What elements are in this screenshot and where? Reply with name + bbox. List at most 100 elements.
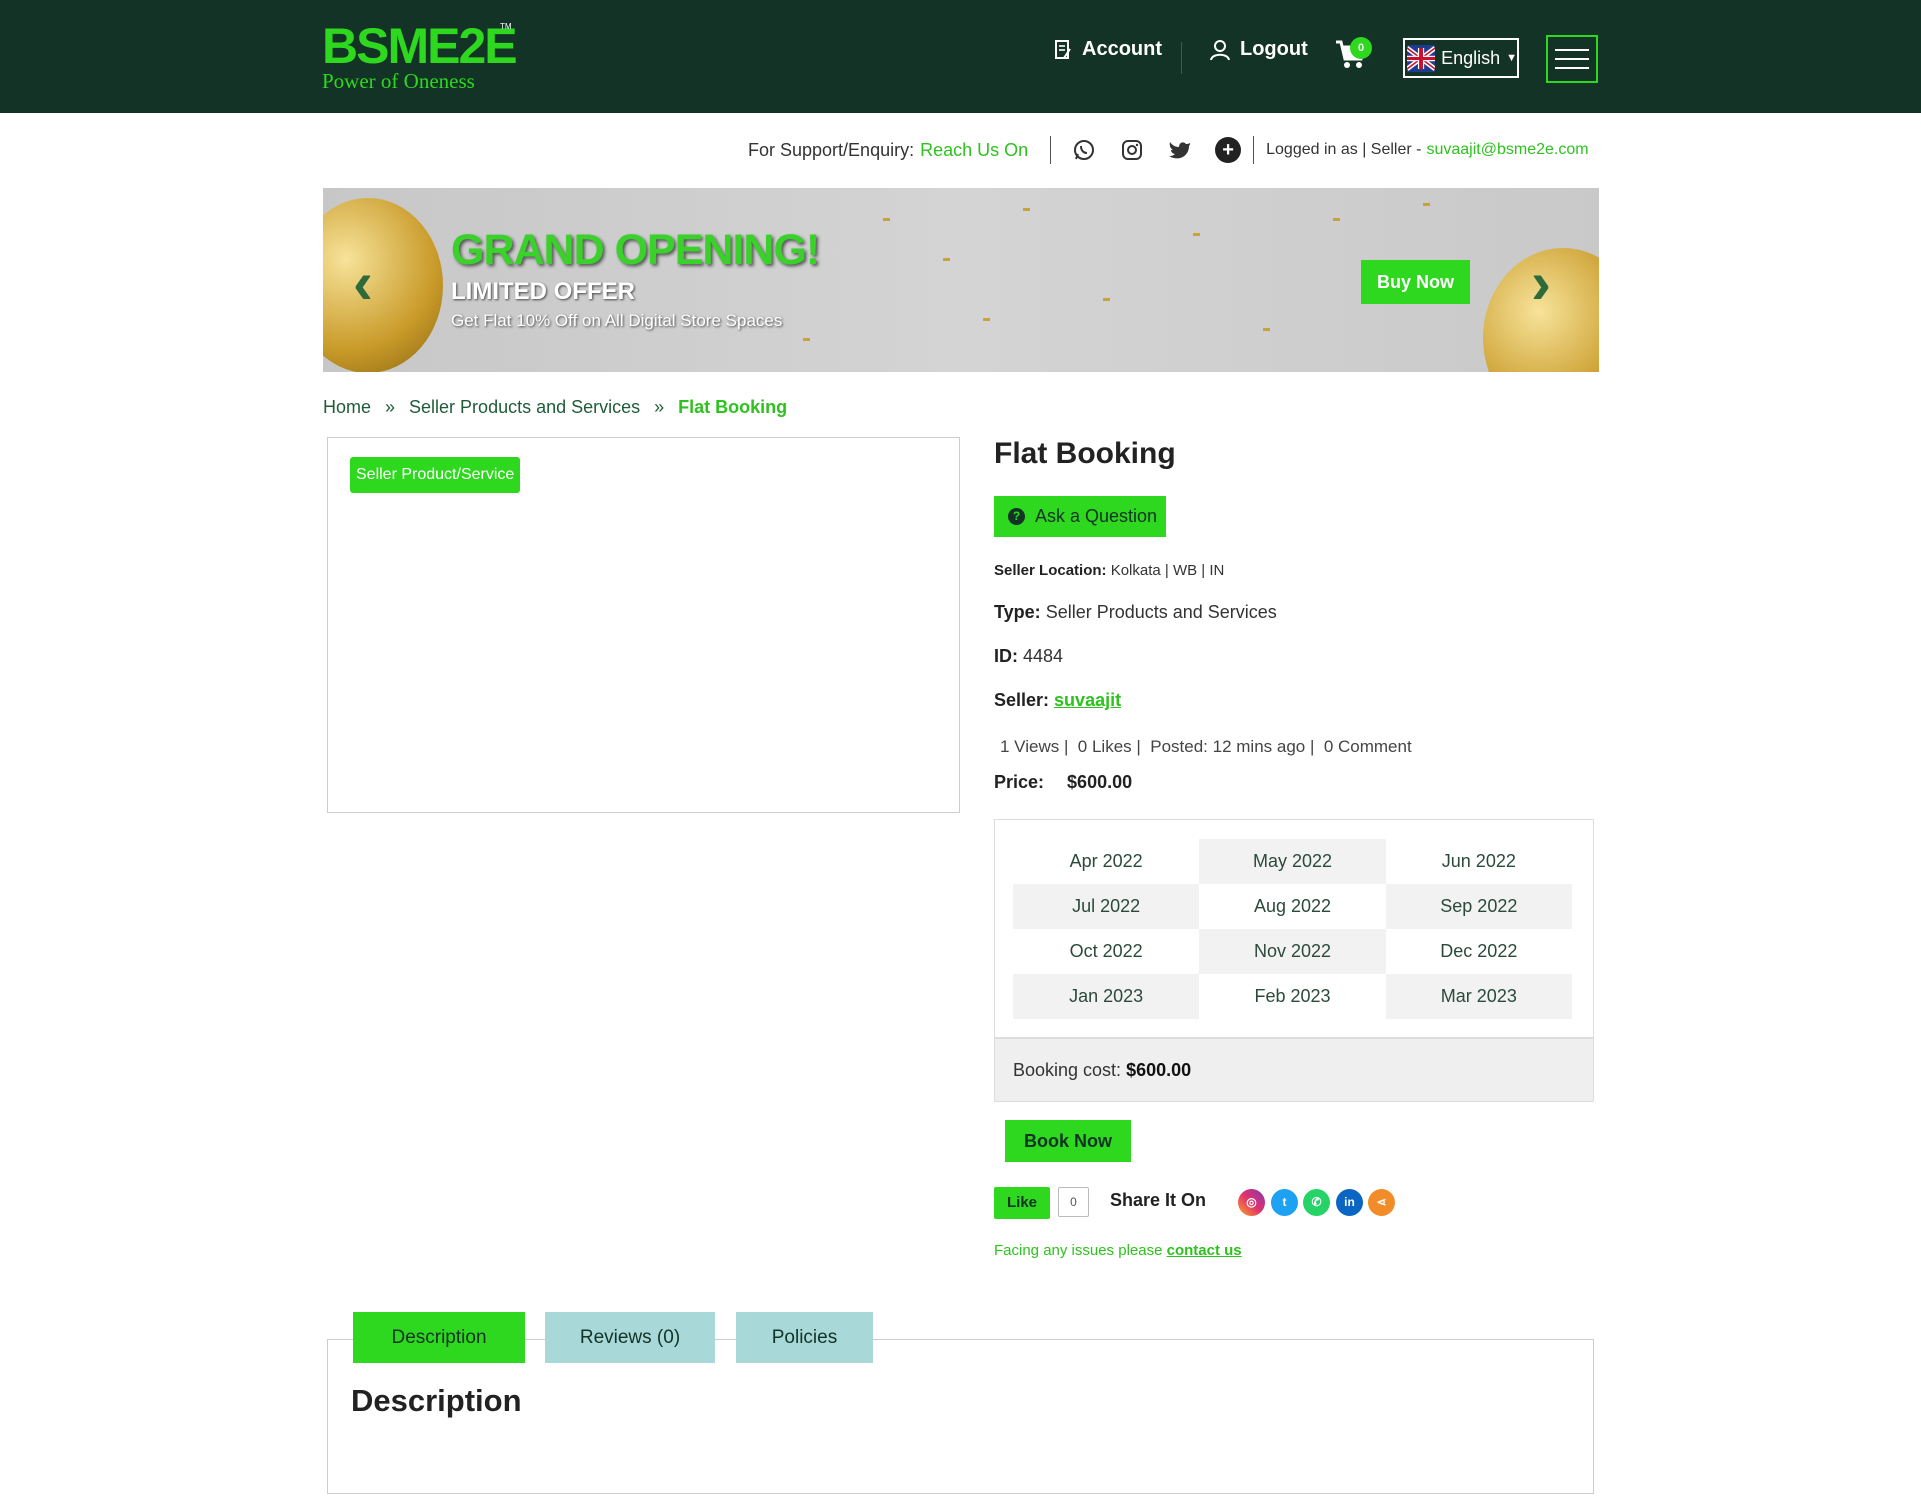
instagram-icon[interactable]	[1121, 139, 1143, 161]
month-option[interactable]: Jul 2022	[1013, 884, 1200, 929]
confetti	[1023, 208, 1030, 211]
tab-description[interactable]: Description	[353, 1312, 525, 1363]
product-type-tag: Seller Product/Service	[350, 457, 521, 493]
product-type-label: Type:	[994, 602, 1041, 622]
chevron-down-icon: ▼	[1506, 52, 1517, 64]
seller-location: Seller Location: Kolkata | WB | IN	[994, 562, 1224, 579]
balloon-decoration	[323, 198, 443, 372]
account-link[interactable]: Account	[1054, 38, 1162, 61]
product-type: Type: Seller Products and Services	[994, 602, 1277, 623]
issue-notice: Facing any issues please contact us	[994, 1242, 1242, 1259]
promo-banner: ‹ › GRAND OPENING! LIMITED OFFER Get Fla…	[323, 188, 1599, 372]
question-circle-icon: ?	[1008, 508, 1025, 525]
confetti	[983, 318, 990, 321]
confetti	[883, 218, 890, 221]
banner-text: Get Flat 10% Off on All Digital Store Sp…	[451, 311, 783, 330]
nav-divider	[1181, 42, 1182, 74]
support-divider	[1253, 136, 1255, 164]
confetti	[943, 258, 950, 261]
confetti	[1103, 298, 1110, 301]
month-option[interactable]: Apr 2022	[1013, 839, 1199, 884]
seller-profile-link[interactable]: suvaajit	[1054, 690, 1121, 710]
share-linkedin-icon[interactable]: in	[1336, 1189, 1363, 1216]
booking-cost: Booking cost: $600.00	[995, 1037, 1593, 1101]
share-instagram-icon[interactable]: ◎	[1238, 1189, 1265, 1216]
logout-label: Logout	[1240, 38, 1308, 60]
booking-cost-value: $600.00	[1126, 1060, 1192, 1080]
twitter-icon[interactable]	[1169, 140, 1191, 160]
product-image-box: Seller Product/Service	[327, 437, 960, 813]
language-label: English	[1441, 47, 1501, 68]
confetti	[1423, 203, 1430, 206]
month-option[interactable]: Aug 2022	[1199, 884, 1385, 929]
tab-reviews[interactable]: Reviews (0)	[545, 1312, 715, 1363]
breadcrumb-separator: »	[385, 397, 396, 417]
book-now-button[interactable]: Book Now	[1005, 1120, 1131, 1162]
product-type-value: Seller Products and Services	[1045, 602, 1277, 622]
account-label: Account	[1082, 38, 1162, 60]
price-label: Price:	[994, 772, 1045, 792]
month-option[interactable]: Mar 2023	[1385, 974, 1572, 1019]
breadcrumb-home[interactable]: Home	[323, 397, 371, 418]
breadcrumb: Home » Seller Products and Services » Fl…	[323, 397, 787, 418]
breadcrumb-separator: »	[654, 397, 665, 417]
contact-us-link[interactable]: contact us	[1167, 1242, 1242, 1259]
banner-subheadline: LIMITED OFFER	[451, 278, 635, 305]
site-header: BSME2E TM Power of Oneness Account Logou…	[0, 0, 1921, 113]
booking-cost-label: Booking cost:	[1013, 1060, 1122, 1080]
share-whatsapp-icon[interactable]: ✆	[1303, 1189, 1330, 1216]
description-heading: Description	[351, 1383, 522, 1418]
banner-buy-now-button[interactable]: Buy Now	[1361, 260, 1470, 304]
uk-flag-icon	[1407, 44, 1436, 72]
seller-email-link[interactable]: suvaajit@bsme2e.com	[1426, 141, 1588, 159]
logged-in-label: Logged in as | Seller -	[1266, 141, 1422, 158]
like-count: 0	[1058, 1187, 1089, 1217]
product-id-label: ID:	[994, 646, 1018, 666]
support-label: For Support/Enquiry:	[748, 139, 915, 160]
breadcrumb-category[interactable]: Seller Products and Services	[409, 397, 640, 418]
site-logo[interactable]: BSME2E TM Power of Oneness	[322, 18, 518, 92]
booking-month-picker: Apr 2022 May 2022 Jun 2022 Jul 2022 Aug 2022…	[994, 819, 1594, 1102]
share-label: Share It On	[1110, 1190, 1207, 1210]
hamburger-menu-button[interactable]	[1546, 35, 1598, 83]
month-option[interactable]: Dec 2022	[1386, 929, 1572, 974]
confetti	[1263, 328, 1270, 331]
reach-us-link[interactable]: Reach Us On	[920, 140, 1028, 161]
banner-prev-arrow[interactable]: ‹	[353, 248, 373, 317]
menu-line	[1555, 49, 1589, 51]
month-grid: Apr 2022 May 2022 Jun 2022 Jul 2022 Aug 2022…	[1013, 839, 1572, 1019]
month-option[interactable]: Sep 2022	[1385, 884, 1572, 929]
seller-location-label: Seller Location:	[994, 562, 1107, 579]
month-option[interactable]: Nov 2022	[1199, 929, 1386, 974]
month-option[interactable]: Jun 2022	[1386, 839, 1572, 884]
month-option[interactable]: Feb 2023	[1199, 974, 1385, 1019]
like-button[interactable]: Like	[994, 1187, 1050, 1219]
logo-text: BSME2E	[322, 18, 518, 74]
support-bar: For Support/Enquiry: Reach Us On + Logge…	[748, 136, 1589, 164]
whatsapp-icon[interactable]	[1073, 139, 1095, 161]
month-option[interactable]: Jan 2023	[1013, 974, 1200, 1019]
banner-next-arrow[interactable]: ›	[1531, 248, 1551, 317]
product-title: Flat Booking	[994, 437, 1176, 470]
confetti	[803, 338, 810, 341]
plus-circle-icon[interactable]: +	[1215, 137, 1242, 163]
product-seller: Seller: suvaajit	[994, 690, 1121, 711]
tab-policies[interactable]: Policies	[736, 1312, 873, 1363]
share-twitter-icon[interactable]: t	[1271, 1189, 1298, 1216]
logout-link[interactable]: Logout	[1210, 38, 1308, 61]
banner-headline: GRAND OPENING!	[451, 226, 820, 274]
share-more-icon[interactable]: ⋖	[1368, 1189, 1395, 1216]
confetti	[1333, 218, 1340, 221]
month-option[interactable]: May 2022	[1199, 839, 1386, 884]
support-divider	[1050, 136, 1052, 164]
product-stats: 1 Views | 0 Likes | Posted: 12 mins ago …	[1000, 737, 1412, 756]
month-option[interactable]: Oct 2022	[1013, 929, 1199, 974]
menu-line	[1555, 58, 1589, 60]
menu-line	[1555, 67, 1589, 69]
product-seller-label: Seller:	[994, 690, 1050, 710]
product-price: Price: $600.00	[994, 772, 1132, 793]
ask-question-label: Ask a Question	[1035, 506, 1158, 526]
ask-question-button[interactable]: ? Ask a Question	[994, 496, 1166, 537]
language-selector[interactable]: English ▼	[1403, 38, 1519, 78]
user-icon	[1210, 39, 1230, 60]
